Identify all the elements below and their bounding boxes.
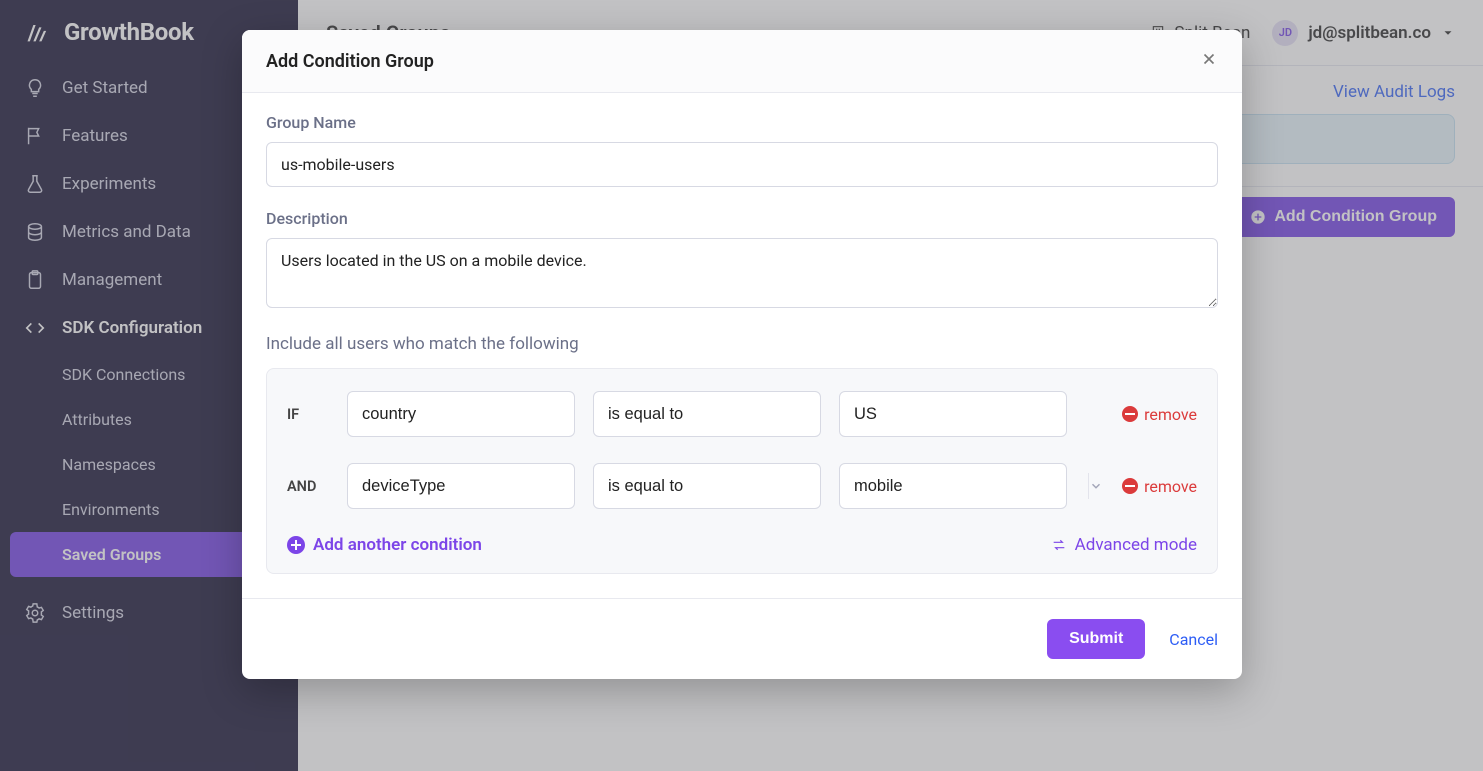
group-name-input[interactable] <box>266 142 1218 187</box>
operator-select[interactable] <box>593 391 821 437</box>
modal-header: Add Condition Group <box>242 30 1242 93</box>
chevron-down-icon <box>1088 473 1103 499</box>
modal-footer: Submit Cancel <box>242 598 1242 679</box>
value-select[interactable] <box>839 463 1067 509</box>
conditions-box: IF remove AND <box>266 368 1218 574</box>
advanced-mode-toggle[interactable]: Advanced mode <box>1051 535 1197 555</box>
operator-value[interactable] <box>594 392 842 436</box>
value-input[interactable] <box>839 391 1067 437</box>
attribute-select[interactable] <box>347 463 575 509</box>
remove-condition-button[interactable]: remove <box>1122 405 1197 424</box>
plus-circle-icon <box>287 536 305 554</box>
modal-title: Add Condition Group <box>266 51 434 72</box>
close-icon <box>1200 50 1218 68</box>
advanced-mode-label: Advanced mode <box>1075 535 1197 555</box>
minus-circle-icon <box>1122 478 1138 494</box>
description-input[interactable] <box>266 238 1218 308</box>
attribute-select[interactable] <box>347 391 575 437</box>
condition-row: IF remove <box>287 391 1197 437</box>
operator-select[interactable] <box>593 463 821 509</box>
condition-prefix: IF <box>287 406 329 423</box>
description-label: Description <box>266 209 1218 228</box>
operator-value[interactable] <box>594 464 842 508</box>
modal-close-button[interactable] <box>1200 48 1218 74</box>
add-another-condition-button[interactable]: Add another condition <box>287 535 482 555</box>
condition-value[interactable] <box>840 464 1088 508</box>
condition-prefix: AND <box>287 478 329 495</box>
attribute-value[interactable] <box>348 464 596 508</box>
add-condition-group-modal: Add Condition Group Group Name Descripti… <box>242 30 1242 679</box>
swap-icon <box>1051 537 1067 553</box>
add-another-label: Add another condition <box>313 535 482 555</box>
condition-value[interactable] <box>840 392 1088 436</box>
cancel-button[interactable]: Cancel <box>1169 630 1218 649</box>
remove-label: remove <box>1144 405 1197 424</box>
submit-button[interactable]: Submit <box>1047 619 1145 659</box>
conditions-label: Include all users who match the followin… <box>266 334 1218 354</box>
remove-condition-button[interactable]: remove <box>1122 477 1197 496</box>
attribute-value[interactable] <box>348 392 596 436</box>
group-name-label: Group Name <box>266 113 1218 132</box>
condition-row: AND remove <box>287 463 1197 509</box>
remove-label: remove <box>1144 477 1197 496</box>
minus-circle-icon <box>1122 406 1138 422</box>
